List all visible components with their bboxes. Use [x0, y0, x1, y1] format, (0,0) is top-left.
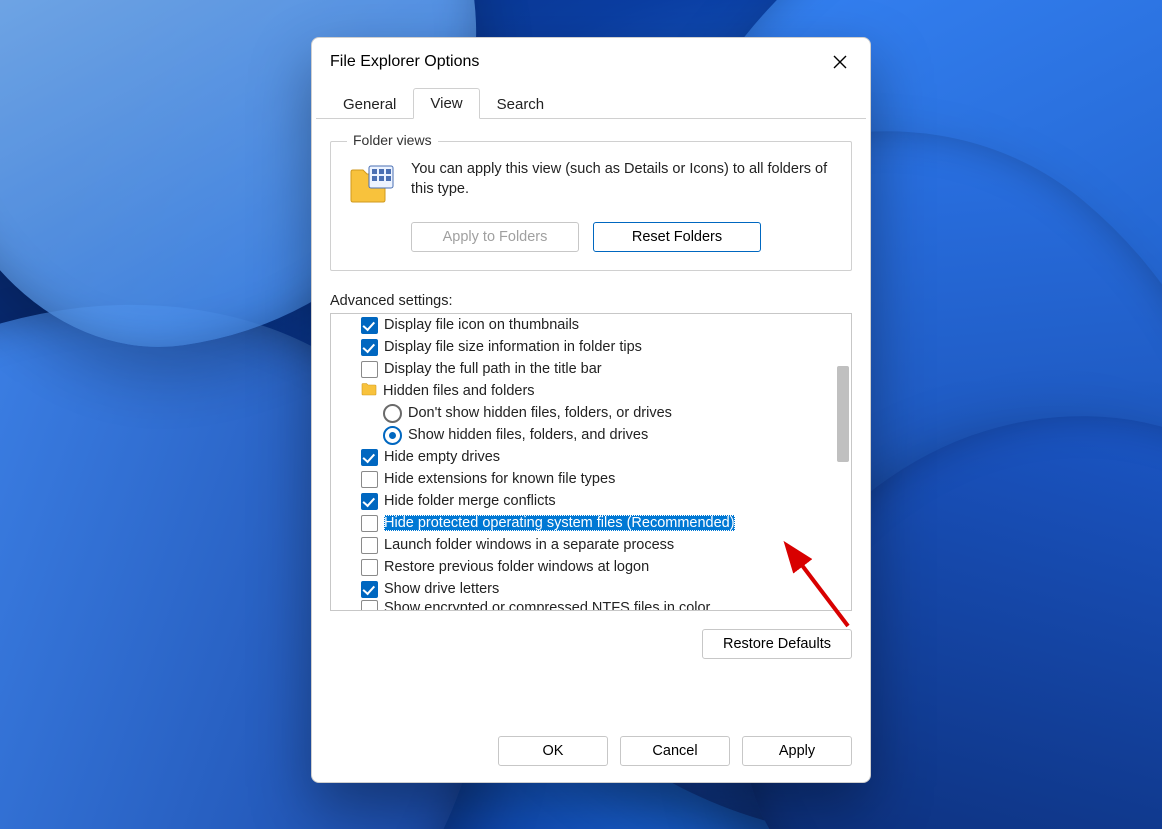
advanced-item[interactable]: Hidden files and folders [331, 380, 837, 402]
tab-search[interactable]: Search [480, 89, 562, 119]
checkbox[interactable] [361, 317, 378, 334]
close-icon [833, 55, 847, 69]
folder-views-group: Folder views You can apply this view (su… [330, 141, 852, 271]
titlebar: File Explorer Options [312, 38, 870, 86]
advanced-item[interactable]: Show drive letters [331, 578, 837, 600]
advanced-item-label: Display the full path in the title bar [384, 361, 602, 377]
tab-view[interactable]: View [413, 88, 479, 119]
advanced-settings-tree[interactable]: Display file icon on thumbnails Display f… [330, 313, 852, 611]
advanced-settings-label: Advanced settings: [330, 293, 852, 309]
checkbox[interactable] [361, 537, 378, 554]
advanced-item-label: Hide folder merge conflicts [384, 493, 556, 509]
scrollbar-thumb[interactable] [837, 366, 849, 462]
advanced-item-label: Don't show hidden files, folders, or dri… [408, 405, 672, 421]
advanced-item[interactable]: Hide empty drives [331, 446, 837, 468]
checkbox[interactable] [361, 493, 378, 510]
advanced-item-label: Hidden files and folders [383, 383, 535, 399]
advanced-item[interactable]: Hide folder merge conflicts [331, 490, 837, 512]
folder-views-icon [349, 160, 397, 208]
checkbox[interactable] [361, 515, 378, 532]
window-title: File Explorer Options [330, 53, 479, 71]
checkbox[interactable] [361, 581, 378, 598]
apply-button[interactable]: Apply [742, 736, 852, 766]
checkbox[interactable] [361, 339, 378, 356]
advanced-item-label: Show hidden files, folders, and drives [408, 427, 648, 443]
dialog-footer: OK Cancel Apply [312, 724, 870, 782]
folder-views-legend: Folder views [347, 132, 438, 148]
checkbox[interactable] [361, 600, 378, 610]
apply-to-folders-button[interactable]: Apply to Folders [411, 222, 579, 252]
advanced-item[interactable]: Restore previous folder windows at logon [331, 556, 837, 578]
advanced-item-label: Display file size information in folder … [384, 339, 642, 355]
folder-icon [361, 382, 377, 400]
ok-button[interactable]: OK [498, 736, 608, 766]
advanced-item[interactable]: Show encrypted or compressed NTFS files … [331, 600, 837, 610]
checkbox[interactable] [361, 361, 378, 378]
advanced-item-label: Display file icon on thumbnails [384, 317, 579, 333]
advanced-item-label: Hide protected operating system files (R… [384, 515, 735, 531]
advanced-item[interactable]: Launch folder windows in a separate proc… [331, 534, 837, 556]
file-explorer-options-dialog: File Explorer Options General View Searc… [311, 37, 871, 783]
advanced-item[interactable]: Display the full path in the title bar [331, 358, 837, 380]
checkbox[interactable] [361, 471, 378, 488]
advanced-item[interactable]: Hide extensions for known file types [331, 468, 837, 490]
radio[interactable] [383, 404, 402, 423]
advanced-item-label: Show encrypted or compressed NTFS files … [384, 600, 710, 610]
tab-general[interactable]: General [326, 89, 413, 119]
cancel-button[interactable]: Cancel [620, 736, 730, 766]
advanced-item-label: Show drive letters [384, 581, 499, 597]
radio[interactable] [383, 426, 402, 445]
advanced-item-label: Hide extensions for known file types [384, 471, 615, 487]
advanced-item[interactable]: Display file size information in folder … [331, 336, 837, 358]
tabs: General View Search [316, 86, 866, 119]
advanced-item-label: Launch folder windows in a separate proc… [384, 537, 674, 553]
restore-defaults-button[interactable]: Restore Defaults [702, 629, 852, 659]
tab-content: Folder views You can apply this view (su… [312, 119, 870, 724]
advanced-item-label: Restore previous folder windows at logon [384, 559, 649, 575]
checkbox[interactable] [361, 449, 378, 466]
checkbox[interactable] [361, 559, 378, 576]
advanced-item[interactable]: Show hidden files, folders, and drives [331, 424, 837, 446]
close-button[interactable] [824, 46, 856, 78]
folder-views-description: You can apply this view (such as Details… [411, 160, 833, 208]
reset-folders-button[interactable]: Reset Folders [593, 222, 761, 252]
advanced-item[interactable]: Display file icon on thumbnails [331, 314, 837, 336]
advanced-item[interactable]: Hide protected operating system files (R… [331, 512, 837, 534]
advanced-item[interactable]: Don't show hidden files, folders, or dri… [331, 402, 837, 424]
advanced-item-label: Hide empty drives [384, 449, 500, 465]
